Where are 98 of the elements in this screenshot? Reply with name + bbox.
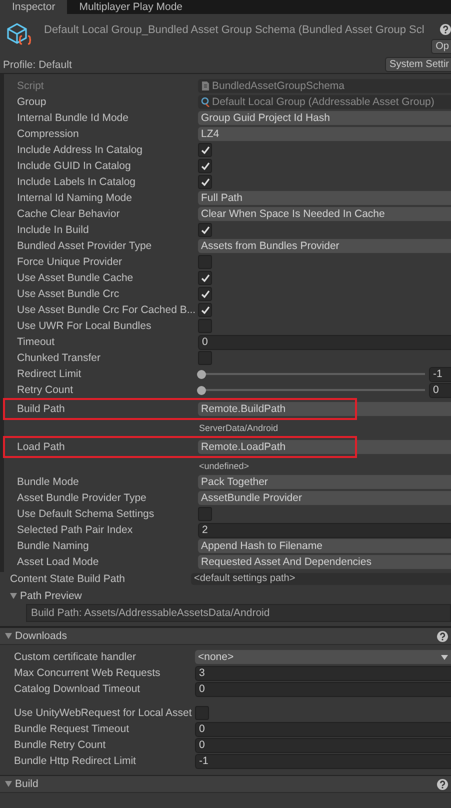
open-button[interactable]: Op — [430, 39, 451, 54]
input-field[interactable]: 0 — [429, 382, 451, 398]
field-label: Use Default Schema Settings — [17, 508, 156, 520]
checkbox[interactable] — [198, 223, 212, 237]
dropdown[interactable]: AssetBundle Provider — [198, 491, 451, 505]
input-field[interactable]: 0 — [195, 722, 451, 736]
slider-thumb[interactable] — [197, 370, 206, 378]
input-field[interactable]: 3 — [195, 666, 451, 680]
dropdown[interactable]: Clear When Space Is Needed In Cache — [198, 207, 451, 221]
field-label: Content State Build Path — [10, 573, 126, 585]
input-field[interactable]: -1 — [195, 754, 451, 768]
section-header[interactable]: Build — [0, 775, 451, 793]
dropdown[interactable]: Remote.BuildPath — [198, 402, 451, 416]
field-label: Asset Load Mode — [17, 556, 100, 568]
field-label: Max Concurrent Web Requests — [14, 667, 162, 679]
checkbox[interactable] — [198, 159, 212, 173]
path-preview-box: Build Path: Assets/AddressableAssetsData/Android — [26, 604, 451, 622]
dropdown[interactable]: Assets from Bundles Provider — [198, 239, 451, 253]
field-label: Include Address In Catalog — [17, 144, 144, 156]
field-label: Timeout — [17, 336, 56, 348]
field-label: Bundle Http Redirect Limit — [14, 755, 137, 767]
section-title: Downloads — [15, 630, 67, 642]
help-icon[interactable] — [437, 778, 448, 790]
dropdown[interactable]: Append Hash to Filename — [198, 539, 451, 553]
field-label: Retry Count — [17, 384, 74, 396]
field-label: Redirect Limit — [17, 368, 82, 380]
field-label: Internal Bundle Id Mode — [17, 112, 130, 124]
field-label: Bundled Asset Provider Type — [17, 240, 153, 252]
slider-thumb[interactable] — [197, 386, 206, 394]
input-field[interactable]: -1 — [429, 366, 451, 382]
script-cube-icon — [6, 22, 32, 48]
checkbox[interactable] — [198, 507, 212, 521]
checkbox[interactable] — [198, 319, 212, 333]
field-label: Include GUID In Catalog — [17, 160, 132, 172]
field-label: Asset Bundle Provider Type — [17, 492, 148, 504]
field-label: Force Unique Provider — [17, 256, 124, 268]
tab[interactable]: Inspector — [0, 0, 68, 14]
field-label: Bundle Request Timeout — [14, 723, 130, 735]
checkbox[interactable] — [198, 175, 212, 189]
field-label: Bundle Retry Count — [14, 739, 107, 751]
field-label: Include In Build — [17, 224, 90, 236]
dropdown[interactable]: <none> — [195, 650, 451, 664]
dropdown[interactable]: Requested Asset And Dependencies — [198, 555, 451, 569]
field-label: Use Asset Bundle Crc — [17, 288, 120, 300]
field-label: Use UWR For Local Bundles — [17, 320, 152, 332]
input-field[interactable]: 0 — [195, 682, 451, 696]
field-label: Catalog Download Timeout — [14, 683, 142, 695]
field-label: Cache Clear Behavior — [17, 208, 121, 220]
script-field: BundledAssetGroupSchema — [198, 79, 451, 93]
field-label: Include Labels In Catalog — [17, 176, 136, 188]
dropdown[interactable]: Remote.LoadPath — [198, 440, 451, 454]
field-label: Load Path — [17, 441, 66, 453]
dropdown[interactable]: Group Guid Project Id Hash — [198, 111, 451, 125]
field-label: Selected Path Pair Index — [17, 524, 134, 536]
profile-label: Profile: Default — [3, 58, 72, 70]
dropdown[interactable]: <default settings path> — [191, 573, 451, 585]
checkbox[interactable] — [195, 706, 209, 720]
field-label: Use UnityWebRequest for Local Asset — [14, 707, 193, 719]
field-label: Use Asset Bundle Crc For Cached B... — [17, 304, 197, 316]
field-label: Script — [17, 80, 45, 92]
help-icon[interactable] — [437, 630, 448, 642]
field-label: Build Path — [17, 403, 66, 415]
section-header[interactable]: Downloads — [0, 627, 451, 645]
inspector-title: Default Local Group_Bundled Asset Group Schema (Bundled Asset Group Scl — [44, 24, 425, 38]
field-label: Chunked Transfer — [17, 352, 102, 364]
field-label: Bundle Mode — [17, 476, 80, 488]
input-field[interactable]: 0 — [198, 334, 451, 350]
system-settings-button[interactable]: System Settir — [384, 57, 451, 72]
field-label: Internal Id Naming Mode — [17, 192, 133, 204]
field-label: Group — [17, 96, 48, 108]
checkbox[interactable] — [198, 287, 212, 301]
checkbox[interactable] — [198, 351, 212, 365]
path-value-text: ServerData/Android — [198, 423, 280, 433]
dropdown[interactable]: Full Path — [198, 191, 451, 205]
foldout-triangle-icon[interactable] — [5, 781, 12, 787]
field-label: Compression — [17, 128, 80, 140]
checkbox[interactable] — [198, 143, 212, 157]
tab[interactable]: Multiplayer Play Mode — [67, 0, 194, 14]
dropdown[interactable]: LZ4 — [198, 127, 451, 141]
foldout-title[interactable]: Path Preview — [20, 590, 82, 602]
checkmark-icon — [200, 226, 210, 234]
foldout-triangle-icon[interactable] — [10, 593, 17, 599]
input-field[interactable]: 2 — [198, 522, 451, 538]
help-icon[interactable] — [440, 24, 451, 35]
dropdown[interactable]: Pack Together — [198, 475, 451, 489]
input-field[interactable]: 0 — [195, 738, 451, 752]
field-label: Bundle Naming — [17, 540, 90, 552]
field-label: Custom certificate handler — [14, 651, 137, 663]
section-title: Build — [15, 778, 38, 790]
object-field[interactable]: Default Local Group (Addressable Asset Group) — [198, 95, 451, 109]
file-icon — [201, 81, 210, 91]
checkbox[interactable] — [198, 303, 212, 317]
foldout-triangle-icon[interactable] — [5, 633, 12, 639]
path-value-text: <undefined> — [198, 461, 250, 471]
field-label: Use Asset Bundle Cache — [17, 272, 134, 284]
checkbox[interactable] — [198, 255, 212, 269]
dropdown-arrow-icon — [441, 654, 448, 660]
checkbox[interactable] — [198, 271, 212, 285]
